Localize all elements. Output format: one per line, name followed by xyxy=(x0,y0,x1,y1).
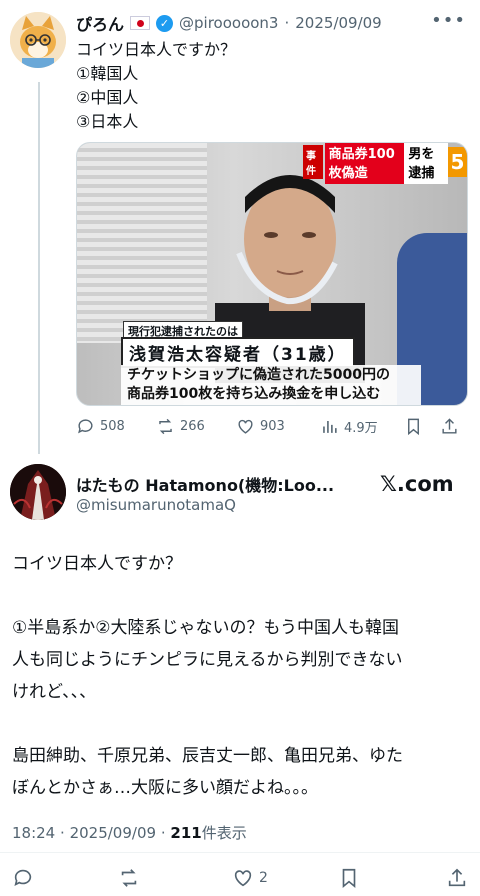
reply-icon xyxy=(78,418,93,433)
reply-count: 508 xyxy=(100,418,125,434)
share-button[interactable] xyxy=(440,417,468,436)
text-line: ぼんとかさぁ…大阪に多い顔だよね。。。 xyxy=(12,778,318,798)
share-icon xyxy=(448,868,466,887)
avatar[interactable] xyxy=(10,12,66,68)
tweet-media-image[interactable]: 事件 商品券100枚偽造 男を逮捕 5 現行犯逮捕されたのは 浅賀浩太容疑者（3… xyxy=(76,142,468,406)
caption-line: チケットショップに偽造された5000円の xyxy=(127,367,390,383)
view-count: 211 xyxy=(170,824,202,842)
like-button[interactable]: 903 xyxy=(236,417,320,436)
repost-icon xyxy=(121,869,137,887)
repost-button[interactable] xyxy=(118,867,140,889)
reply-icon xyxy=(14,869,32,886)
cat-avatar-icon xyxy=(10,12,66,68)
text-line: コイツ日本人ですか？ xyxy=(76,40,237,59)
author-name[interactable]: はたもの Hatamono(機物:Loo... xyxy=(76,472,334,496)
like-count: 903 xyxy=(260,418,285,434)
caption-suspect-name: 浅賀浩太容疑者（31歳） xyxy=(121,337,355,368)
tweet-text: コイツ日本人ですか？ ①韓国人 ②中国人 ③日本人 xyxy=(76,38,456,134)
reply-button[interactable] xyxy=(12,867,34,889)
repost-icon xyxy=(159,418,172,434)
bookmark-button[interactable] xyxy=(404,417,440,436)
repost-count: 266 xyxy=(180,418,205,434)
tweet-timestamp: 18:24 · 2025/09/09 · 211件表示 xyxy=(12,822,247,843)
reply-button[interactable]: 508 xyxy=(76,417,156,436)
channel-logo: 5 xyxy=(447,147,467,177)
headline-white: 男を逮捕 xyxy=(404,143,448,184)
author-name[interactable]: ぴろん xyxy=(76,11,124,35)
tweet-date[interactable]: 2025/09/09 xyxy=(70,824,156,842)
text-line: ③日本人 xyxy=(76,112,139,131)
bookmark-button[interactable] xyxy=(338,867,360,889)
text-line: ①半島系か②大陸系じゃないの？もう中国人も韓国 xyxy=(12,618,399,638)
text-line: 島田紳助、千原兄弟、辰吉丈一郎、亀田兄弟、ゆた xyxy=(12,746,403,766)
text-line: ②中国人 xyxy=(76,88,139,107)
analytics-icon xyxy=(323,420,337,433)
view-label: 件表示 xyxy=(201,824,247,842)
news-tag: 事件 xyxy=(303,145,323,179)
heart-icon xyxy=(234,870,252,887)
share-button[interactable] xyxy=(446,867,468,889)
tweet-actions: 508 266 903 4.9万 xyxy=(76,414,468,438)
caption-description: チケットショップに偽造された5000円の 商品券100枚を持ち込み換金を申し込む xyxy=(121,365,421,405)
tweet-time[interactable]: 18:24 xyxy=(12,824,55,842)
author-handle[interactable]: @misumarunotamaQ xyxy=(76,496,236,514)
text-line: 人も同じようにチンピラに見えるから判別できない xyxy=(12,650,403,670)
separator-dot: · xyxy=(284,14,290,32)
news-headline-banner: 事件 商品券100枚偽造 男を逮捕 5 xyxy=(303,143,467,184)
avatar[interactable] xyxy=(10,464,66,520)
more-options-icon[interactable]: ••• xyxy=(431,10,466,31)
tweet-date[interactable]: 2025/09/09 xyxy=(295,14,381,32)
tweet-header: ぴろん ✓ @pirooooon3 · 2025/09/09 xyxy=(76,12,382,34)
views-button[interactable]: 4.9万 xyxy=(320,417,404,436)
tweet-text: コイツ日本人ですか？ ①半島系か②大陸系じゃないの？もう中国人も韓国 人も同じよ… xyxy=(12,548,472,804)
x-com-logo: 𝕏.com xyxy=(380,472,454,496)
separator-dot: · xyxy=(160,824,166,842)
text-line: コイツ日本人ですか？ xyxy=(12,554,182,574)
heart-icon xyxy=(238,419,253,434)
like-count: 2 xyxy=(259,870,268,886)
separator-dot: · xyxy=(60,824,65,842)
repost-button[interactable]: 266 xyxy=(156,417,236,436)
caption-line: 商品券100枚を持ち込み換金を申し込む xyxy=(127,386,381,402)
like-button[interactable]: 2 xyxy=(232,867,268,889)
text-line: ①韓国人 xyxy=(76,64,139,83)
text-line: けれど、、、 xyxy=(12,682,97,702)
view-count: 4.9万 xyxy=(344,420,378,436)
headline-red: 商品券100枚偽造 xyxy=(324,143,405,184)
divider xyxy=(0,852,480,853)
bookmark-icon xyxy=(342,868,356,889)
artwork-avatar-icon xyxy=(10,464,66,520)
bookmark-icon xyxy=(408,418,419,435)
tweet-actions: 2 xyxy=(0,864,480,892)
japan-flag-icon xyxy=(130,16,151,30)
thread-line xyxy=(38,82,40,454)
share-icon xyxy=(442,417,457,434)
verified-badge-icon: ✓ xyxy=(156,14,174,32)
author-handle[interactable]: @pirooooon3 xyxy=(179,14,278,32)
window-blind xyxy=(77,143,207,343)
